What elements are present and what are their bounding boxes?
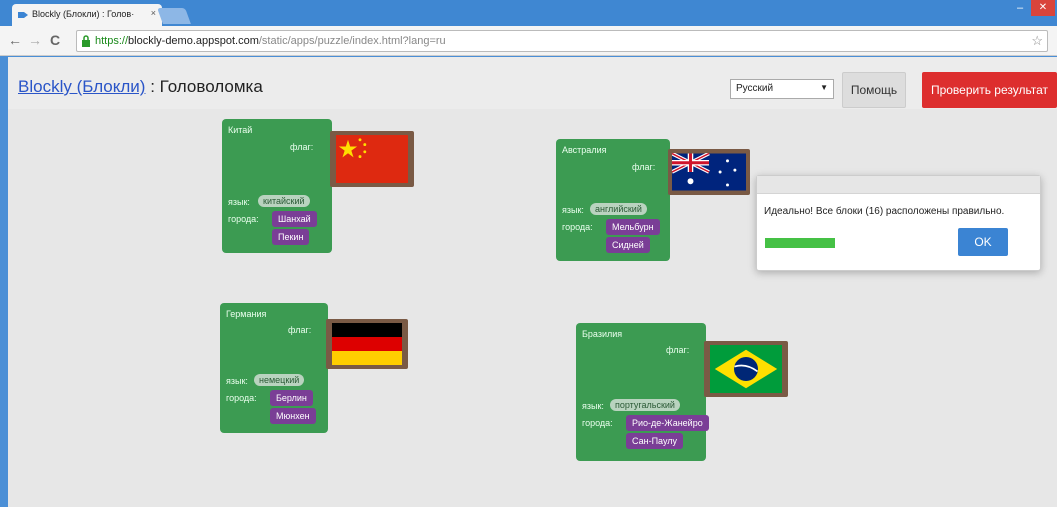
city-block[interactable]: Рио-де-Жанейро [626, 415, 709, 431]
city-block[interactable]: Берлин [270, 390, 313, 406]
help-button[interactable]: Помощь [842, 72, 906, 108]
lock-icon [82, 35, 90, 47]
city-block[interactable]: Сидней [606, 237, 650, 253]
country-name: Бразилия [582, 329, 623, 339]
page-header: Blockly (Блокли) : Головоломка Русский ▼… [8, 57, 1057, 109]
tab-title: Blockly (Блокли) : Голов· [32, 9, 135, 19]
country-block-brazil[interactable]: Бразилия флаг: язык: португальский город… [576, 323, 709, 461]
url-host: blockly-demo.appspot.com [128, 35, 259, 47]
page: Blockly (Блокли) : Головоломка Русский ▼… [8, 57, 1057, 507]
flag-label: флаг: [290, 142, 314, 152]
country-block-australia[interactable]: Австралия флаг: язык: английский города:… [556, 139, 670, 261]
city-block[interactable]: Шанхай [272, 211, 317, 227]
city-block[interactable]: Сан-Паулу [626, 433, 683, 449]
language-label: язык: [226, 376, 248, 386]
flag-block-china[interactable] [330, 131, 414, 187]
bookmark-star-icon[interactable]: ☆ [1031, 33, 1043, 49]
chevron-down-icon: ▼ [820, 83, 828, 92]
browser-tab[interactable]: Blockly (Блокли) : Голов· × [12, 4, 162, 26]
australia-flag-icon [672, 153, 746, 191]
country-block-china[interactable]: Китай флаг: язык: китайский города: Шанх… [222, 119, 332, 253]
cities-label: города: [226, 393, 257, 403]
language-select-value: Русский [736, 83, 774, 94]
blockly-favicon-icon [18, 12, 28, 18]
city-block[interactable]: Пекин [272, 229, 310, 245]
address-bar[interactable]: https://blockly-demo.appspot.com/static/… [76, 30, 1048, 52]
dialog-title-bar [757, 176, 1040, 194]
dialog-message: Идеально! Все блоки (16) расположены пра… [764, 206, 1005, 217]
tab-strip: Blockly (Блокли) : Голов· × – ✕ [0, 0, 1057, 26]
country-block-germany[interactable]: Германия флаг: язык: немецкий города: Бе… [220, 303, 328, 433]
flag-block-brazil[interactable] [704, 341, 788, 397]
flag-block-germany[interactable] [326, 319, 408, 369]
cities-label: города: [562, 222, 593, 232]
window-close-icon[interactable]: ✕ [1031, 0, 1055, 16]
flag-label: флаг: [632, 162, 656, 172]
language-label: язык: [582, 401, 604, 411]
ok-button[interactable]: OK [958, 228, 1008, 256]
language-label: язык: [228, 197, 250, 207]
forward-icon[interactable]: → [28, 32, 42, 48]
country-name: Германия [226, 309, 267, 319]
flag-block-australia[interactable] [668, 149, 750, 195]
city-block[interactable]: Мельбурн [606, 219, 660, 235]
puzzle-title: Головоломка [159, 77, 263, 96]
blockly-workspace[interactable]: Китай флаг: язык: китайский города: Шанх… [8, 109, 1057, 507]
flag-label: флаг: [666, 345, 690, 355]
blockly-home-link[interactable]: Blockly (Блокли) [18, 77, 145, 96]
new-tab-button[interactable] [157, 8, 191, 24]
check-result-button[interactable]: Проверить результат [922, 72, 1057, 108]
minimize-icon[interactable]: – [1011, 2, 1029, 16]
reload-icon[interactable]: C [50, 32, 60, 48]
cities-label: города: [582, 418, 613, 428]
country-name: Китай [228, 125, 253, 135]
browser-toolbar: ← → C https://blockly-demo.appspot.com/s… [0, 26, 1057, 56]
germany-flag-icon [332, 323, 402, 365]
browser-window: Blockly (Блокли) : Голов· × – ✕ ← → C ht… [0, 0, 1057, 507]
tab-close-icon[interactable]: × [151, 8, 156, 18]
country-name: Австралия [562, 145, 607, 155]
language-dropdown[interactable]: английский [590, 203, 647, 215]
page-title: Blockly (Блокли) : Головоломка [18, 77, 263, 97]
title-separator: : [145, 77, 160, 96]
back-icon[interactable]: ← [8, 32, 22, 48]
language-dropdown[interactable]: китайский [258, 195, 310, 207]
flag-label: флаг: [288, 325, 312, 335]
cities-label: города: [228, 214, 259, 224]
language-dropdown[interactable]: португальский [610, 399, 680, 411]
brazil-flag-icon [710, 345, 782, 393]
url-scheme: https:// [95, 35, 129, 47]
language-dropdown[interactable]: немецкий [254, 374, 305, 386]
url-path: /static/apps/puzzle/index.html?lang=ru [258, 35, 446, 47]
progress-bar [765, 238, 835, 248]
china-flag-icon [336, 135, 408, 183]
city-block[interactable]: Мюнхен [270, 408, 316, 424]
language-select[interactable]: Русский ▼ [730, 79, 834, 99]
success-dialog: Идеально! Все блоки (16) расположены пра… [756, 175, 1041, 271]
language-label: язык: [562, 205, 584, 215]
